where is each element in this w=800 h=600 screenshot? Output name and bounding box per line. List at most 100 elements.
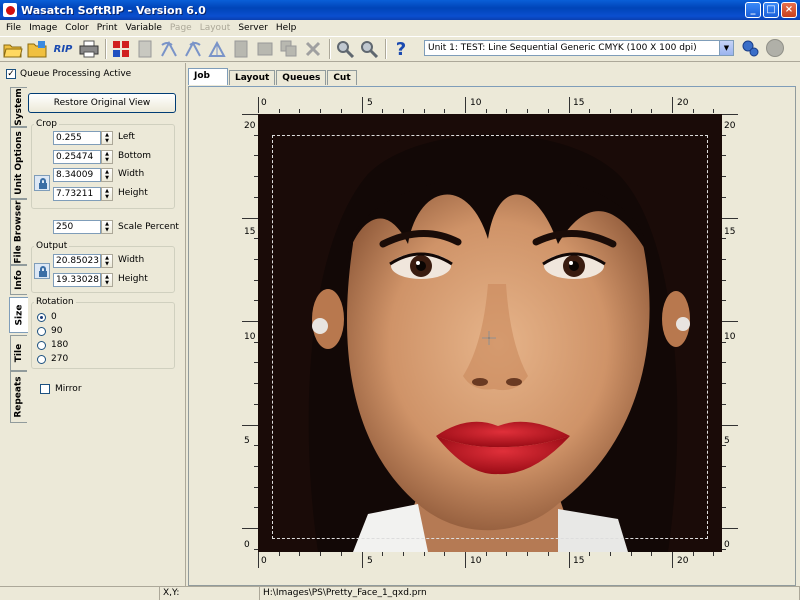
tab-unit-options-label: Unit Options bbox=[14, 131, 25, 195]
open-folder-button[interactable] bbox=[2, 38, 24, 60]
unit-status-button[interactable] bbox=[766, 39, 784, 57]
rotation-180-label: 180 bbox=[51, 340, 69, 350]
output-width-spinner[interactable]: ▲ ▼ bbox=[101, 254, 113, 268]
view-tabs: Job Layout Queues Cut bbox=[188, 68, 358, 86]
radio-icon bbox=[37, 326, 46, 336]
menu-layout: Layout bbox=[199, 23, 231, 33]
crop-left-input[interactable]: 0.255 bbox=[53, 131, 101, 145]
menu-help[interactable]: Help bbox=[272, 23, 301, 33]
ruler-top-label: 10 bbox=[470, 98, 482, 108]
maximize-button[interactable]: □ bbox=[763, 2, 779, 18]
mirror-checkbox[interactable] bbox=[40, 384, 50, 394]
crop-left-spinner[interactable]: ▲ ▼ bbox=[101, 131, 113, 145]
toolbar-separator bbox=[329, 39, 331, 59]
status-coordinates: X,Y: 7.63716,4.95667 bbox=[160, 587, 260, 600]
tab-unit-options[interactable]: Unit Options bbox=[10, 127, 27, 199]
tab-system-label: System bbox=[14, 88, 24, 126]
rotation-0-radio[interactable]: 0 bbox=[37, 312, 57, 322]
tab-queues[interactable]: Queues bbox=[276, 70, 327, 85]
crop-width-spinner[interactable]: ▲ ▼ bbox=[101, 168, 113, 182]
crop-height-spinner[interactable]: ▲ ▼ bbox=[101, 187, 113, 201]
restore-original-view-button[interactable]: Restore Original View bbox=[28, 93, 176, 113]
open-file-button[interactable] bbox=[26, 38, 48, 60]
ruler-top-label: 15 bbox=[573, 98, 585, 108]
unit-select[interactable]: Unit 1: TEST: Line Sequential Generic CM… bbox=[424, 40, 734, 56]
output-height-input[interactable]: 19.33028 bbox=[53, 273, 101, 287]
tab-file-browser[interactable]: File Browser bbox=[10, 199, 27, 265]
tab-info[interactable]: Info bbox=[10, 265, 27, 295]
menu-print[interactable]: Print bbox=[93, 23, 122, 33]
menu-bar: File Image Color Print Variable Page Lay… bbox=[0, 20, 800, 36]
rotation-180-radio[interactable]: 180 bbox=[37, 340, 68, 350]
crop-bottom-spinner[interactable]: ▲ ▼ bbox=[101, 150, 113, 164]
zoom-out-button[interactable] bbox=[358, 38, 380, 60]
folder-icon bbox=[27, 41, 47, 58]
crop-bottom-input[interactable]: 0.25474 bbox=[53, 150, 101, 164]
ruler-top-label: 0 bbox=[261, 98, 267, 108]
output-width-input[interactable]: 20.85023 bbox=[53, 254, 101, 268]
tab-repeats[interactable]: Repeats bbox=[10, 371, 27, 423]
app-icon bbox=[3, 3, 17, 17]
tab-system[interactable]: System bbox=[10, 87, 27, 127]
unit-settings-button[interactable] bbox=[740, 38, 760, 58]
scale-percent-input[interactable]: 250 bbox=[53, 220, 101, 234]
output-height-label: Height bbox=[118, 274, 148, 284]
chevron-down-icon[interactable]: ▼ bbox=[719, 41, 733, 55]
status-bar: X,Y: 7.63716,4.95667 H:\Images\PS\Pretty… bbox=[0, 586, 800, 600]
crosshair-cursor-icon bbox=[482, 331, 496, 345]
status-file-path: H:\Images\PS\Pretty_Face_1_qxd.prn bbox=[260, 587, 800, 600]
menu-image[interactable]: Image bbox=[25, 23, 61, 33]
crop-lock-button[interactable] bbox=[34, 175, 50, 191]
toolbar-separator bbox=[105, 39, 107, 59]
crop-height-input[interactable]: 7.73211 bbox=[53, 187, 101, 201]
page-gray-button bbox=[230, 38, 252, 60]
crop-width-input[interactable]: 8.34009 bbox=[53, 168, 101, 182]
queue-processing-checkbox[interactable]: ✓ bbox=[6, 69, 16, 79]
ruler-left-label: 10 bbox=[244, 332, 256, 342]
ruler-right-label: 15 bbox=[724, 227, 736, 237]
mirror-row[interactable]: Mirror bbox=[40, 384, 82, 394]
ruler-left-label: 5 bbox=[244, 436, 250, 446]
ruler-top-label: 5 bbox=[367, 98, 373, 108]
zoom-out-icon bbox=[361, 41, 379, 58]
ruler-bottom-label: 0 bbox=[261, 556, 267, 566]
title-bar: Wasatch SoftRIP - Version 6.0 _ □ × bbox=[0, 0, 800, 20]
output-lock-button[interactable] bbox=[34, 263, 50, 279]
menu-server[interactable]: Server bbox=[234, 23, 272, 33]
ruler-bottom-label: 15 bbox=[573, 556, 585, 566]
rotation-90-radio[interactable]: 90 bbox=[37, 326, 62, 336]
tab-size[interactable]: Size bbox=[9, 297, 28, 333]
tab-layout[interactable]: Layout bbox=[229, 70, 276, 85]
frame-button bbox=[254, 38, 276, 60]
zoom-in-button[interactable] bbox=[334, 38, 356, 60]
ruler-bottom-label: 10 bbox=[470, 556, 482, 566]
tab-tile[interactable]: Tile bbox=[10, 335, 27, 371]
print-button[interactable] bbox=[78, 38, 100, 60]
queue-processing-row[interactable]: ✓ Queue Processing Active bbox=[6, 69, 131, 79]
tab-job[interactable]: Job bbox=[188, 68, 228, 85]
ruler-right-label: 20 bbox=[724, 121, 736, 131]
menu-color[interactable]: Color bbox=[61, 23, 93, 33]
rip-button[interactable]: RIP bbox=[50, 38, 76, 60]
help-button[interactable]: ? bbox=[390, 38, 412, 60]
scale-percent-spinner[interactable]: ▲ ▼ bbox=[101, 220, 113, 234]
size-tab-content: Restore Original View Crop 0.255 ▲ ▼ Left… bbox=[27, 87, 179, 467]
rip-label: RIP bbox=[53, 43, 73, 55]
crop-height-label: Height bbox=[118, 188, 148, 198]
delete-x-icon bbox=[305, 41, 321, 57]
minimize-button[interactable]: _ bbox=[745, 2, 761, 18]
rotate-left-icon bbox=[161, 40, 177, 57]
unit-select-value: Unit 1: TEST: Line Sequential Generic CM… bbox=[428, 43, 697, 53]
menu-variable[interactable]: Variable bbox=[121, 23, 165, 33]
page-icon bbox=[138, 40, 152, 58]
tab-file-browser-label: File Browser bbox=[14, 200, 25, 264]
rotation-270-radio[interactable]: 270 bbox=[37, 354, 68, 364]
layout-grid-button[interactable] bbox=[110, 38, 132, 60]
tab-tile-label: Tile bbox=[14, 343, 25, 363]
grid-layout-icon bbox=[113, 41, 129, 57]
output-height-spinner[interactable]: ▲ ▼ bbox=[101, 273, 113, 287]
tab-cut[interactable]: Cut bbox=[327, 70, 357, 85]
menu-file[interactable]: File bbox=[2, 23, 25, 33]
close-button[interactable]: × bbox=[781, 2, 797, 18]
radio-selected-icon bbox=[37, 312, 46, 322]
